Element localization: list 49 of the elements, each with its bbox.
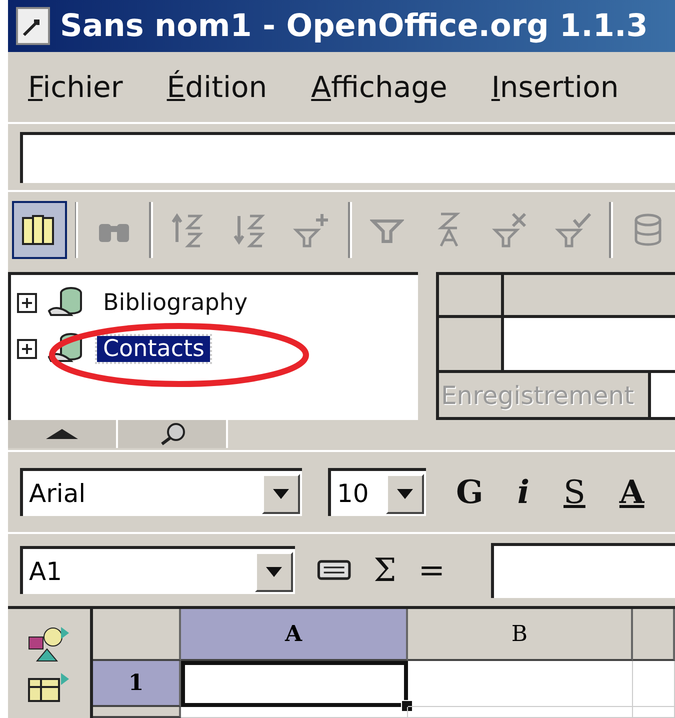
pin-button[interactable]	[118, 420, 228, 448]
function-button[interactable]: =	[418, 551, 445, 589]
table-cell[interactable]	[633, 661, 675, 707]
record-field[interactable]	[648, 373, 675, 417]
menu-item[interactable]: Insertion	[491, 70, 619, 104]
font-name-combo[interactable]: Arial	[20, 468, 302, 516]
menu-item[interactable]: Édition	[166, 70, 268, 104]
window-title: Sans nom1 - OpenOffice.org 1.1.3	[60, 8, 648, 44]
table-cell[interactable]	[408, 661, 633, 707]
column-header[interactable]: A	[181, 609, 408, 661]
keyboard-icon[interactable]	[317, 558, 352, 582]
grid-cell	[439, 275, 501, 315]
dropdown-button[interactable]	[255, 552, 294, 592]
name-box[interactable]: A1	[20, 546, 296, 594]
grid-cell	[439, 318, 501, 370]
row-header[interactable]	[93, 707, 181, 718]
format-button[interactable]: G	[452, 473, 488, 511]
formula-input[interactable]	[491, 542, 675, 598]
column-header[interactable]	[633, 609, 675, 661]
menu-item[interactable]: Fichier	[28, 70, 123, 104]
collapse-button[interactable]	[8, 420, 118, 448]
column-header[interactable]: B	[408, 609, 633, 661]
toolbar-button[interactable]	[12, 201, 67, 259]
row-header[interactable]: 1	[93, 661, 181, 707]
format-button[interactable]: i	[513, 473, 534, 511]
dropdown-arrow-icon	[273, 488, 289, 498]
corner-header[interactable]	[93, 609, 181, 661]
table-icon[interactable]	[27, 673, 71, 703]
document-icon	[16, 7, 50, 45]
fill-handle[interactable]	[401, 700, 413, 712]
table-cell[interactable]	[633, 707, 675, 718]
filter-check-icon	[554, 210, 594, 250]
dropdown-button[interactable]	[386, 474, 424, 514]
table-cell[interactable]	[408, 707, 633, 718]
menu-item[interactable]: Affichage	[311, 70, 448, 104]
format-button[interactable]: S	[559, 473, 590, 511]
format-button[interactable]: A	[615, 473, 648, 511]
tree-item[interactable]: Bibliography	[97, 290, 254, 316]
dropdown-button[interactable]	[262, 474, 300, 514]
expand-icon[interactable]	[17, 339, 37, 359]
sum-button[interactable]: Σ	[374, 551, 396, 589]
tree-item[interactable]: Contacts	[97, 336, 210, 362]
dropdown-arrow-icon	[397, 488, 413, 498]
dropdown-arrow-icon	[266, 566, 282, 576]
record-label: Enregistrement	[440, 380, 635, 412]
expand-icon[interactable]	[17, 293, 37, 313]
font-size-combo[interactable]: 10	[328, 468, 426, 516]
url-field[interactable]	[20, 132, 675, 182]
table-cell[interactable]	[181, 707, 408, 718]
